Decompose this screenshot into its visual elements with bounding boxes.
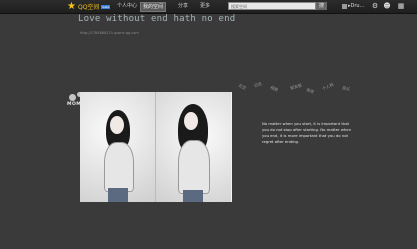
grid-menu-icon[interactable]: ▦ (397, 2, 405, 11)
brand-name: QQ空间 (77, 4, 100, 11)
tag-link[interactable]: 日志 (253, 81, 263, 89)
header-photo (80, 92, 232, 202)
settings-gear-icon[interactable]: ⚙ (371, 2, 379, 11)
tag-link[interactable]: 个人档 (321, 82, 334, 93)
tag-link[interactable]: 音乐 (341, 85, 351, 93)
user-name: ▸Dru... (348, 3, 365, 9)
beta-tag: beta (101, 4, 111, 9)
decor-circle-icon (69, 94, 76, 101)
tag-link[interactable]: 相册 (269, 85, 279, 94)
qzone-logo[interactable]: ★ QQ空间 beta (67, 0, 111, 12)
search-button[interactable]: 搜 (316, 2, 327, 10)
blog-url[interactable]: http://1784888215.qzone.qq.com (80, 31, 139, 35)
tag-link[interactable]: 说说 (305, 87, 315, 95)
blog-nav-tags: 主页 日志 相册 留言板 说说 个人档 音乐 (238, 78, 368, 98)
blog-quote: No matter when you start, it is importan… (262, 121, 352, 144)
photo-left-panel (80, 92, 155, 202)
blog-title: Love without end hath no end (78, 14, 236, 24)
nav-more[interactable]: 更多 (200, 2, 210, 11)
user-menu[interactable]: ▸Dru... (342, 2, 364, 11)
nav-share[interactable]: 分享 (178, 2, 188, 11)
star-icon: ★ (67, 0, 76, 12)
user-icon[interactable]: ☻ (383, 2, 391, 11)
tag-link[interactable]: 主页 (237, 82, 247, 91)
photo-right-panel (156, 92, 231, 202)
nav-my-space[interactable]: 我的空间 (140, 2, 167, 12)
tag-link[interactable]: 留言板 (289, 83, 302, 92)
avatar (342, 4, 347, 9)
top-navigation-bar: ★ QQ空间 beta 个人中心 我的空间 分享 更多 搜索空间 搜 ▸Dru.… (0, 0, 417, 14)
nav-personal-center[interactable]: 个人中心 (117, 2, 137, 11)
search-input[interactable]: 搜索空间 (228, 2, 316, 10)
